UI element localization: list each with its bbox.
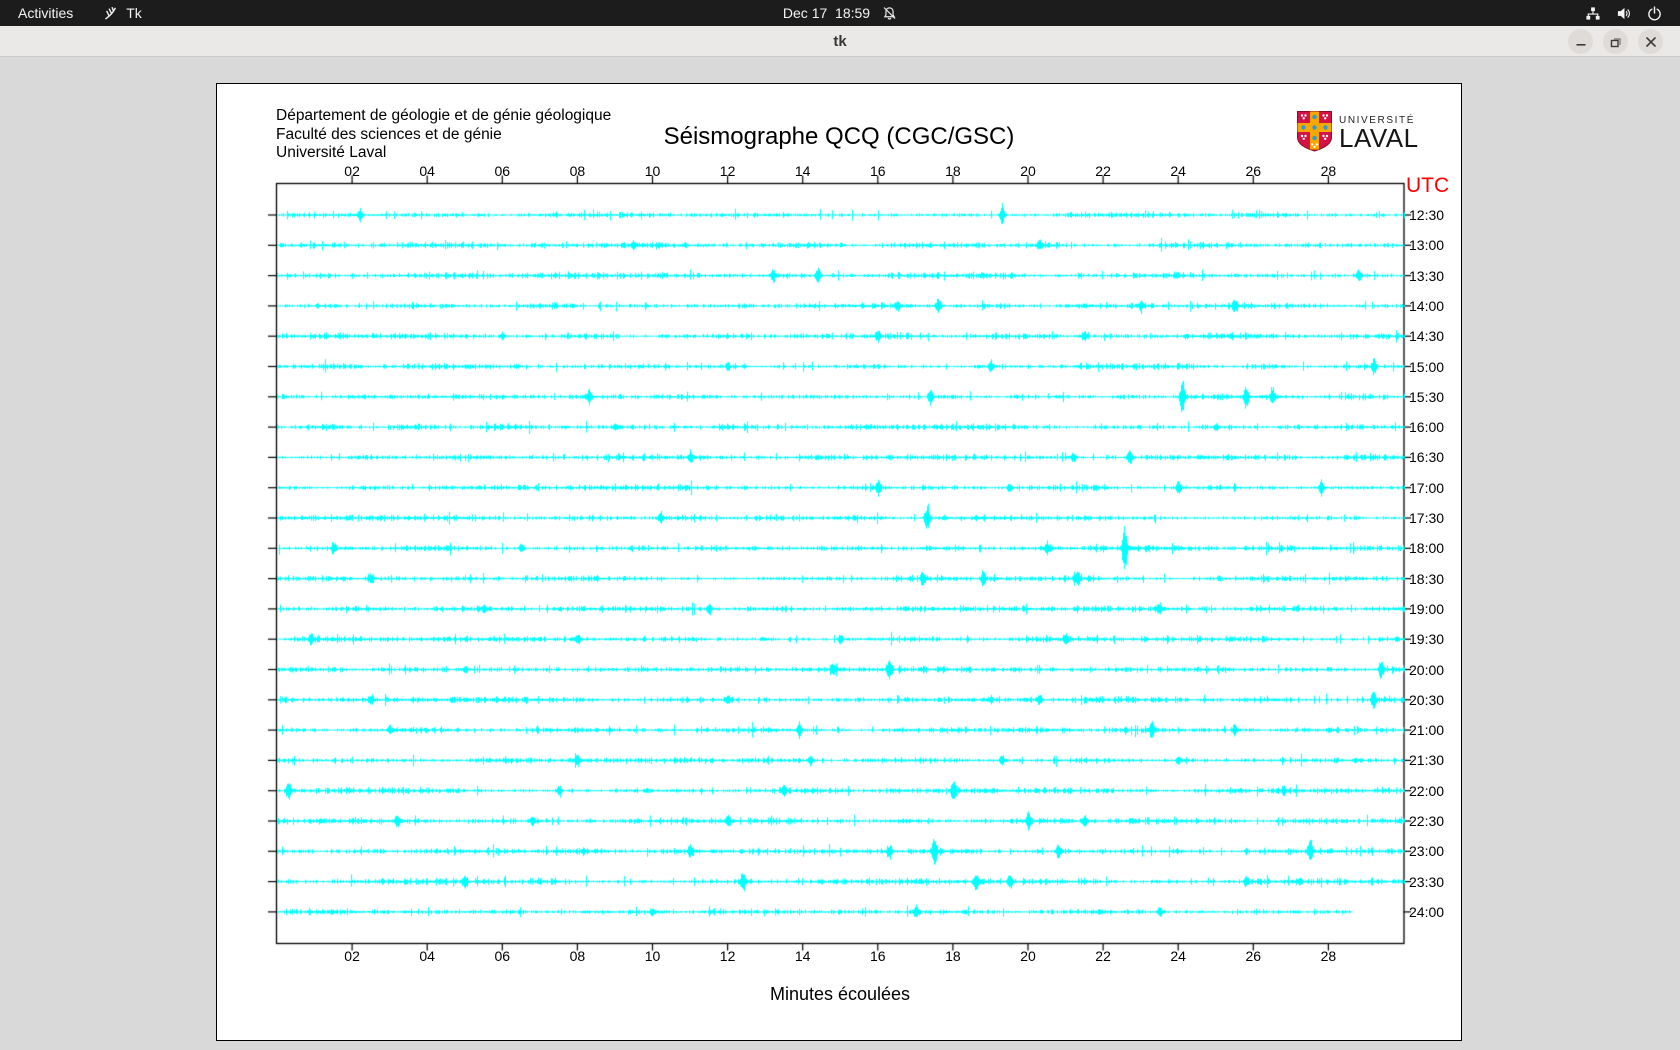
gnome-top-bar: Activities Tk Dec 17 18:59 — [0, 0, 1680, 26]
utc-row-label: 16:30 — [1409, 449, 1445, 466]
system-status-area[interactable] — [1585, 0, 1680, 26]
utc-row-label: 21:00 — [1409, 722, 1445, 739]
restore-button[interactable] — [1603, 29, 1628, 54]
window-titlebar[interactable]: tk — [0, 26, 1680, 57]
utc-row-label: 22:00 — [1409, 782, 1445, 799]
universite-laval-logo: UNIVERSITÉ LAVAL — [1296, 110, 1419, 158]
plot-title: Séismographe QCQ (CGC/GSC) — [663, 123, 1015, 150]
x-tick-label-top: 10 — [644, 163, 661, 179]
x-axis-title: Minutes écoulées — [769, 984, 911, 1004]
x-tick-label-bottom: 18 — [945, 948, 961, 964]
window-title: tk — [833, 32, 847, 50]
utc-row-label: 15:00 — [1409, 358, 1445, 375]
focused-app-menu[interactable]: Tk — [103, 5, 142, 21]
x-tick-label-bottom: 16 — [870, 948, 886, 964]
utc-row-label: 15:30 — [1409, 388, 1445, 405]
utc-row-label: 13:00 — [1409, 237, 1445, 254]
x-tick-label-bottom: 12 — [719, 948, 736, 964]
seismograph-panel: Département de géologie et de génie géol… — [216, 83, 1462, 1041]
utc-row-label: 14:30 — [1409, 328, 1445, 345]
clock[interactable]: Dec 17 18:59 — [783, 5, 870, 21]
x-tick-label-bottom: 04 — [419, 948, 435, 964]
utc-row-label: 14:00 — [1409, 297, 1445, 314]
utc-row-label: 20:30 — [1409, 691, 1445, 708]
utc-row-label: 22:30 — [1409, 813, 1445, 829]
x-tick-label-bottom: 22 — [1095, 948, 1111, 964]
x-tick-label-top: 02 — [344, 163, 360, 179]
network-icon — [1585, 6, 1601, 21]
utc-row-label: 13:30 — [1409, 267, 1445, 284]
x-tick-label-bottom: 06 — [494, 948, 511, 964]
utc-row-label: 17:00 — [1409, 479, 1445, 496]
x-tick-label-bottom: 08 — [569, 948, 586, 964]
utc-row-label: 21:30 — [1409, 752, 1445, 769]
x-tick-label-bottom: 14 — [794, 948, 811, 964]
close-button[interactable] — [1638, 29, 1663, 54]
utc-row-label: 17:30 — [1409, 510, 1445, 526]
utc-row-label: 19:00 — [1409, 600, 1445, 617]
utc-row-label: 18:00 — [1409, 540, 1445, 557]
x-tick-label-bottom: 20 — [1020, 948, 1036, 964]
activities-button[interactable]: Activities — [0, 0, 91, 26]
x-tick-label-bottom: 10 — [644, 948, 661, 964]
utc-row-label: 16:00 — [1409, 419, 1445, 436]
x-tick-label-top: 14 — [794, 163, 811, 179]
x-tick-label-top: 12 — [719, 163, 736, 179]
tk-window-background: Département de géologie et de génie géol… — [0, 57, 1680, 1050]
focused-app-name: Tk — [126, 5, 142, 21]
x-tick-label-bottom: 02 — [344, 948, 360, 964]
utc-header: UTC — [1406, 174, 1450, 197]
x-tick-label-top: 22 — [1095, 163, 1111, 179]
utc-row-label: 12:30 — [1409, 207, 1445, 223]
tk-feather-icon — [103, 6, 118, 21]
logo-laval-text: LAVAL — [1339, 123, 1419, 153]
x-tick-label-top: 24 — [1170, 163, 1186, 179]
utc-row-label: 19:30 — [1409, 631, 1445, 648]
x-tick-label-top: 20 — [1020, 163, 1036, 179]
utc-row-label: 18:30 — [1409, 570, 1445, 587]
utc-row-label: 24:00 — [1409, 903, 1445, 920]
x-tick-label-top: 28 — [1320, 163, 1337, 179]
x-tick-label-top: 06 — [494, 163, 511, 179]
x-tick-label-top: 04 — [419, 163, 435, 179]
minimize-button[interactable] — [1568, 29, 1593, 54]
utc-row-label: 20:00 — [1409, 661, 1445, 678]
notifications-off-icon[interactable] — [882, 6, 897, 21]
x-tick-label-top: 26 — [1245, 163, 1262, 179]
activities-label: Activities — [18, 5, 74, 21]
x-tick-label-bottom: 26 — [1245, 948, 1262, 964]
utc-row-label: 23:30 — [1409, 873, 1445, 890]
x-tick-label-top: 18 — [945, 163, 961, 179]
x-tick-label-bottom: 24 — [1170, 948, 1186, 964]
power-icon — [1647, 5, 1662, 21]
seismograph-canvas — [217, 84, 1461, 1040]
x-tick-label-top: 08 — [569, 163, 586, 179]
volume-icon — [1616, 6, 1632, 21]
x-tick-label-bottom: 28 — [1320, 948, 1337, 964]
utc-row-label: 23:00 — [1409, 843, 1445, 860]
x-tick-label-top: 16 — [870, 163, 886, 179]
laval-shield-icon — [1296, 110, 1333, 158]
